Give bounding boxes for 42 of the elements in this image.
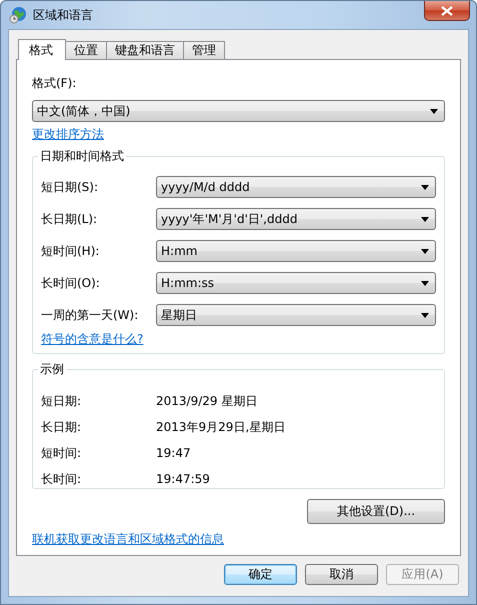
sort-method-link[interactable]: 更改排序方法 xyxy=(32,126,104,143)
cancel-button[interactable]: 取消 xyxy=(305,564,378,584)
dropdown[interactable]: H:mm:ss xyxy=(156,272,436,294)
example-value: 2013/9/29 星期日 xyxy=(156,393,258,410)
close-icon xyxy=(441,6,453,16)
format-symbols-link[interactable]: 符号的含意是什么? xyxy=(41,331,144,348)
example-label: 长时间: xyxy=(41,471,82,488)
tab[interactable]: 格式 xyxy=(18,39,66,60)
dropdown[interactable]: yyyy'年'M'月'd'日',dddd xyxy=(156,208,436,230)
example-label: 短时间: xyxy=(41,445,82,462)
globe-icon xyxy=(9,6,27,24)
window-title: 区域和语言 xyxy=(33,6,93,24)
field-label: 长日期(L): xyxy=(41,211,98,228)
tab[interactable]: 位置 xyxy=(65,41,107,59)
field-label: 长时间(O): xyxy=(41,275,101,292)
group-title: 示例 xyxy=(39,361,65,378)
tab[interactable]: 管理 xyxy=(183,41,225,59)
field-label: 一周的第一天(W): xyxy=(41,307,140,324)
ok-button[interactable]: 确定 xyxy=(224,564,297,584)
tab[interactable]: 键盘和语言 xyxy=(106,41,184,59)
example-label: 长日期: xyxy=(41,419,82,436)
field-label: 短日期(S): xyxy=(41,179,100,196)
example-value: 19:47 xyxy=(156,445,192,462)
close-button[interactable] xyxy=(424,1,470,21)
dropdown-arrow-icon xyxy=(421,312,429,318)
example-label: 短日期: xyxy=(41,393,82,410)
dropdown-arrow-icon xyxy=(421,184,429,190)
online-info-link[interactable]: 联机获取更改语言和区域格式的信息 xyxy=(32,531,224,548)
format-label: 格式(F): xyxy=(32,75,78,92)
field-label: 短时间(H): xyxy=(41,243,100,260)
dropdown[interactable]: 中文(简体，中国) xyxy=(32,100,445,122)
example-value: 2013年9月29日,星期日 xyxy=(156,419,286,436)
dropdown-arrow-icon xyxy=(430,108,438,114)
dropdown[interactable]: yyyy/M/d dddd xyxy=(156,176,436,198)
dropdown[interactable]: H:mm xyxy=(156,240,436,262)
example-value: 19:47:59 xyxy=(156,471,211,488)
dropdown-arrow-icon xyxy=(421,248,429,254)
dropdown-arrow-icon xyxy=(421,216,429,222)
dropdown[interactable]: 星期日 xyxy=(156,304,436,326)
additional-settings-button[interactable]: 其他设置(D)... xyxy=(307,499,445,524)
group-title: 日期和时间格式 xyxy=(39,148,125,165)
dropdown-arrow-icon xyxy=(421,280,429,286)
